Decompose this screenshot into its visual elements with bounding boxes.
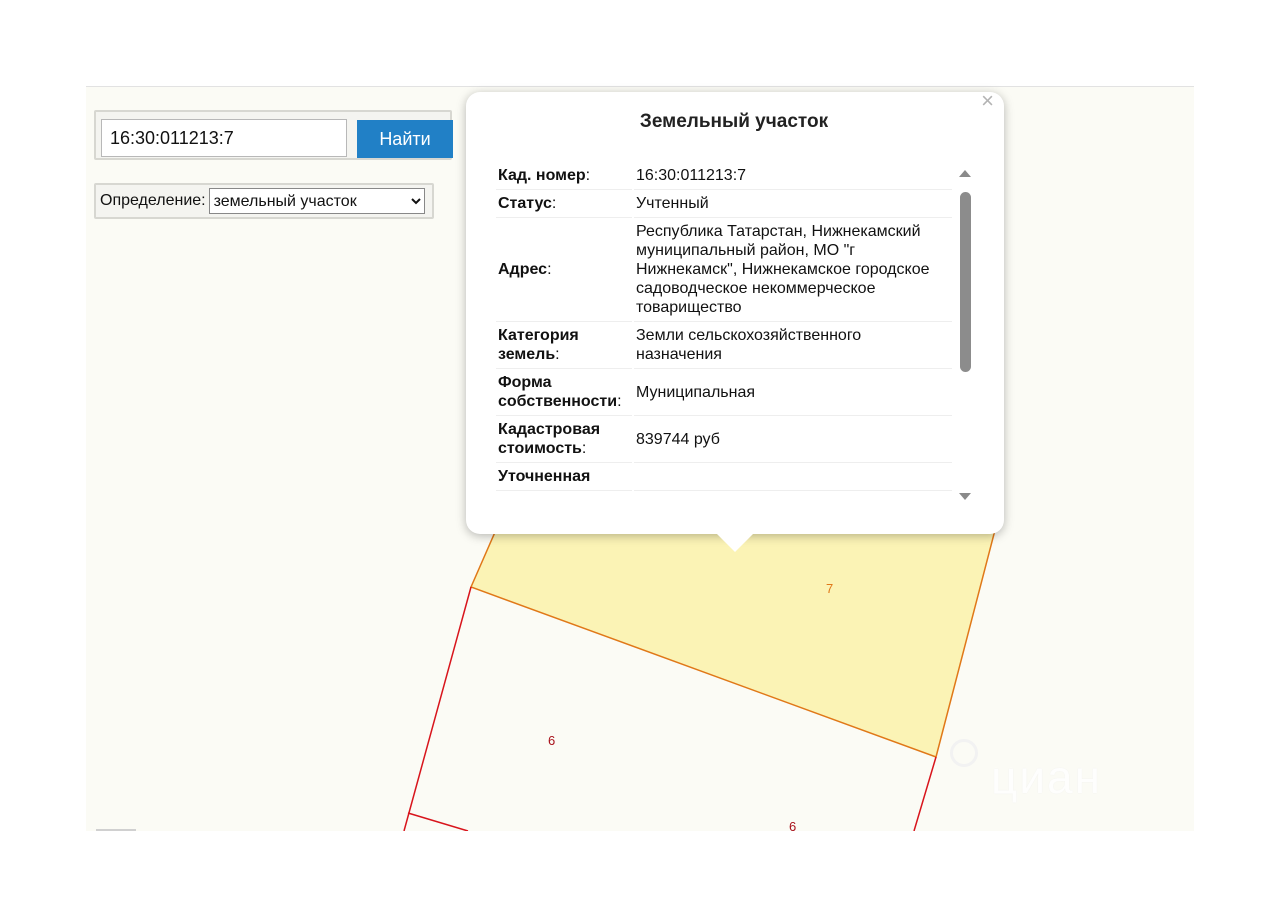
info-key-colon: : <box>551 195 557 212</box>
info-value: Учтенный <box>634 190 952 218</box>
parcel-info-popup: × Земельный участок Кад. номер: 16:30:011… <box>466 90 1004 552</box>
parcel-boundary-bottom <box>407 812 469 831</box>
info-key-text: Категория земель <box>498 327 579 363</box>
parcel-label-7: 7 <box>826 581 833 596</box>
definition-label: Определение: <box>100 192 206 209</box>
definition-panel: Определение: земельный участок <box>94 183 434 219</box>
popup-scroll-area[interactable]: Кад. номер: 16:30:011213:7 Статус: Учтенный… <box>494 162 954 512</box>
info-key-text: Уточненная <box>498 468 591 485</box>
parcel-label-6-lower: 6 <box>789 819 796 831</box>
cadastral-search-input[interactable] <box>101 119 347 157</box>
watermark: циан <box>991 751 1103 803</box>
definition-select[interactable]: земельный участок <box>208 188 425 214</box>
popup-pointer <box>717 534 753 552</box>
scroll-up-icon[interactable] <box>959 170 971 177</box>
info-key-colon: : <box>617 393 622 410</box>
info-key: Статус: <box>496 190 632 218</box>
info-key-colon: : <box>585 167 591 184</box>
map-corner-control[interactable] <box>96 829 136 831</box>
info-key: Кад. номер: <box>496 162 632 190</box>
popup-scrollbar[interactable] <box>957 170 973 500</box>
parcel-boundary-right <box>913 756 937 831</box>
search-panel: Найти <box>94 110 453 160</box>
scroll-thumb[interactable] <box>960 192 971 372</box>
info-key-colon: : <box>547 261 552 278</box>
scroll-down-icon[interactable] <box>959 493 971 500</box>
info-key-text: Статус <box>498 195 552 212</box>
info-key: Категория земель: <box>496 322 632 369</box>
popup-title: Земельный участок <box>639 111 829 132</box>
info-key: Кадастровая стоимость: <box>496 416 632 463</box>
search-button[interactable]: Найти <box>357 120 453 158</box>
info-key: Уточненная <box>496 463 632 491</box>
info-key-text: Форма собственности <box>498 374 618 410</box>
info-key: Адрес: <box>496 218 632 322</box>
watermark-icon <box>950 739 978 767</box>
info-row: Адрес: Республика Татарстан, Нижнекамский… <box>496 218 952 322</box>
info-value: 839744 руб <box>634 416 952 463</box>
info-value: Республика Татарстан, Нижнекамский муниц… <box>634 218 952 322</box>
info-row: Категория земель: Земли сельскохозяйствен… <box>496 322 952 369</box>
parcel-boundary-left <box>403 586 472 831</box>
info-key-colon: : <box>555 346 560 363</box>
info-value: 16:30:011213:7 <box>634 162 952 190</box>
parcel-label-6: 6 <box>548 733 555 748</box>
info-value: Земли сельскохозяйственного назначения <box>634 322 952 369</box>
info-row: Уточненная <box>496 463 952 491</box>
info-key-text: Кад. номер <box>498 167 586 184</box>
info-row: Форма собственности: Муниципальная <box>496 369 952 416</box>
info-value: Муниципальная <box>634 369 952 416</box>
info-value <box>634 463 952 491</box>
parcel-info-table: Кад. номер: 16:30:011213:7 Статус: Учтенный… <box>494 162 954 491</box>
close-icon[interactable]: × <box>981 90 994 112</box>
info-key-text: Адрес <box>498 261 548 278</box>
info-row: Кадастровая стоимость: 839744 руб <box>496 416 952 463</box>
info-key-colon: : <box>581 440 587 457</box>
info-row: Статус: Учтенный <box>496 190 952 218</box>
info-key: Форма собственности: <box>496 369 632 416</box>
info-row: Кад. номер: 16:30:011213:7 <box>496 162 952 190</box>
